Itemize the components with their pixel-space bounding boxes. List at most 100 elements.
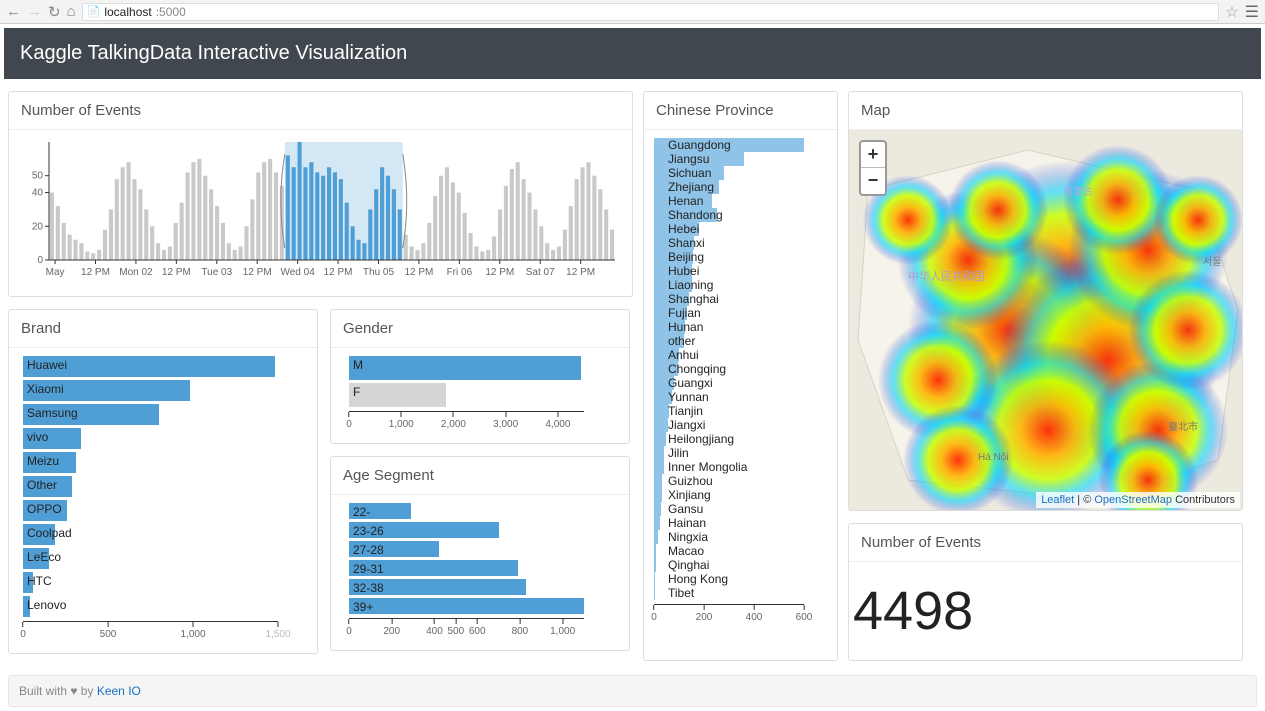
bar-row[interactable]: Jilin — [654, 446, 827, 460]
bar-row[interactable]: Hainan — [654, 516, 827, 530]
bar-row[interactable]: Jiangsu — [654, 152, 827, 166]
bar-row[interactable]: M — [349, 356, 619, 380]
card-title: Age Segment — [331, 457, 629, 495]
bar-row[interactable]: Shanxi — [654, 236, 827, 250]
bar-row[interactable]: Tianjin — [654, 404, 827, 418]
svg-text:12 PM: 12 PM — [324, 267, 353, 278]
bar-row[interactable]: 29-31 — [349, 560, 619, 576]
page-title: Kaggle TalkingData Interactive Visualiza… — [4, 28, 1261, 79]
svg-text:12 PM: 12 PM — [566, 267, 595, 278]
bar-row[interactable]: Hubei — [654, 264, 827, 278]
bar-row[interactable]: vivo — [23, 428, 307, 449]
bar-row[interactable]: Liaoning — [654, 278, 827, 292]
svg-text:12 PM: 12 PM — [243, 267, 272, 278]
bar-row[interactable]: Qinghai — [654, 558, 827, 572]
bar-row[interactable]: Hong Kong — [654, 572, 827, 586]
bookmark-icon[interactable]: ☆ — [1225, 3, 1238, 21]
bar-row[interactable]: Guangxi — [654, 376, 827, 390]
zoom-out-button[interactable]: − — [861, 168, 885, 194]
url-port: :5000 — [156, 4, 186, 20]
bar-row[interactable]: Beijing — [654, 250, 827, 264]
bar-row[interactable]: Xiaomi — [23, 380, 307, 401]
bar-row[interactable]: Guangdong — [654, 138, 827, 152]
age-chart[interactable]: 22- 23-26 27-28 29-31 32-38 39+ — [341, 503, 619, 614]
card-events-timeseries: Number of Events 0204050May12 PMMon 0212… — [8, 91, 633, 297]
bar-row[interactable]: Meizu — [23, 452, 307, 473]
bar-row[interactable]: Shandong — [654, 208, 827, 222]
bar-row[interactable]: Jiangxi — [654, 418, 827, 432]
footer: Built with ♥ by Keen IO — [8, 675, 1257, 707]
zoom-in-button[interactable]: + — [861, 142, 885, 168]
bar-row[interactable]: Anhui — [654, 348, 827, 362]
age-axis: 02004005006008001,000 — [349, 618, 584, 642]
keen-link[interactable]: Keen IO — [97, 684, 141, 698]
bar-row[interactable]: Hunan — [654, 320, 827, 334]
bar-row[interactable]: other — [654, 334, 827, 348]
card-title: Number of Events — [849, 524, 1242, 562]
svg-text:Tue 03: Tue 03 — [201, 267, 232, 278]
bar-row[interactable]: Samsung — [23, 404, 307, 425]
province-chart[interactable]: GuangdongJiangsuSichuanZhejiangHenanShan… — [654, 138, 827, 600]
bar-row[interactable]: OPPO — [23, 500, 307, 521]
card-title: Map — [849, 92, 1242, 130]
bar-row[interactable]: 23-26 — [349, 522, 619, 538]
heatmap: 中华人民共和国内蒙古Hà Nội臺北市서울 — [849, 130, 1242, 510]
gender-chart[interactable]: MF — [341, 356, 619, 407]
bar-row[interactable]: 22- — [349, 503, 619, 519]
bar-row[interactable]: Chongqing — [654, 362, 827, 376]
bar-row[interactable]: HTC — [23, 572, 307, 593]
map-canvas[interactable]: 中华人民共和国内蒙古Hà Nội臺北市서울 + − Leaflet | © Op… — [849, 130, 1242, 510]
bar-row[interactable]: F — [349, 383, 619, 407]
card-gender: Gender MF 01,0002,0003,0004,000 — [330, 309, 630, 444]
forward-icon[interactable]: → — [27, 3, 42, 20]
svg-text:臺北市: 臺北市 — [1168, 420, 1198, 433]
bar-row[interactable]: Huawei — [23, 356, 307, 377]
osm-link[interactable]: OpenStreetMap — [1094, 494, 1172, 506]
url-bar[interactable]: 📄 localhost :5000 — [82, 3, 1220, 21]
bar-row[interactable]: Macao — [654, 544, 827, 558]
svg-text:40: 40 — [32, 188, 44, 199]
back-icon[interactable]: ← — [6, 3, 21, 20]
bar-row[interactable]: Inner Mongolia — [654, 460, 827, 474]
bar-row[interactable]: Lenovo — [23, 596, 307, 617]
bar-row[interactable]: Other — [23, 476, 307, 497]
card-brand: Brand HuaweiXiaomiSamsungvivoMeizuOtherO… — [8, 309, 318, 654]
map-attribution: Leaflet | © OpenStreetMap Contributors — [1036, 492, 1240, 508]
bar-row[interactable]: Shanghai — [654, 292, 827, 306]
bar-row[interactable]: Fujian — [654, 306, 827, 320]
svg-text:Fri 06: Fri 06 — [447, 267, 473, 278]
browser-chrome: ← → ↻ ⌂ 📄 localhost :5000 ☆ ☰ — [0, 0, 1265, 24]
bar-row[interactable]: Zhejiang — [654, 180, 827, 194]
svg-text:서울: 서울 — [1203, 256, 1221, 268]
bar-row[interactable]: Heilongjiang — [654, 432, 827, 446]
bar-row[interactable]: 32-38 — [349, 579, 619, 595]
bar-row[interactable]: Yunnan — [654, 390, 827, 404]
gender-axis: 01,0002,0003,0004,000 — [349, 411, 584, 435]
bar-row[interactable]: LeEco — [23, 548, 307, 569]
brand-axis: 05001,0001,500 — [23, 621, 278, 645]
bar-row[interactable]: Sichuan — [654, 166, 827, 180]
url-host: localhost — [104, 4, 151, 20]
brand-chart[interactable]: Huawei Xiaomi Samsung vivo Meizu Other OPPO Coo… — [19, 356, 307, 617]
page-icon: 📄 — [87, 4, 101, 20]
home-icon[interactable]: ⌂ — [67, 3, 76, 20]
reload-icon[interactable]: ↻ — [48, 3, 61, 21]
events-chart[interactable]: 0204050May12 PMMon 0212 PMTue 0312 PMWed… — [19, 138, 619, 288]
bar-row[interactable]: Ningxia — [654, 530, 827, 544]
svg-text:Hà Nội: Hà Nội — [978, 452, 1009, 463]
bar-row[interactable]: Xinjiang — [654, 488, 827, 502]
svg-text:May: May — [46, 267, 65, 278]
bar-row[interactable]: 39+ — [349, 598, 619, 614]
hamburger-icon[interactable]: ☰ — [1245, 2, 1259, 22]
bar-row[interactable]: Tibet — [654, 586, 827, 600]
card-age: Age Segment 22- 23-26 27-28 29-31 32-38 39+ 0… — [330, 456, 630, 651]
bar-row[interactable]: Henan — [654, 194, 827, 208]
bar-row[interactable]: Guizhou — [654, 474, 827, 488]
bar-row[interactable]: Coolpad — [23, 524, 307, 545]
svg-text:Thu 05: Thu 05 — [363, 267, 395, 278]
card-event-count: Number of Events 4498 — [848, 523, 1243, 661]
leaflet-link[interactable]: Leaflet — [1041, 494, 1074, 506]
bar-row[interactable]: Gansu — [654, 502, 827, 516]
bar-row[interactable]: Hebei — [654, 222, 827, 236]
bar-row[interactable]: 27-28 — [349, 541, 619, 557]
